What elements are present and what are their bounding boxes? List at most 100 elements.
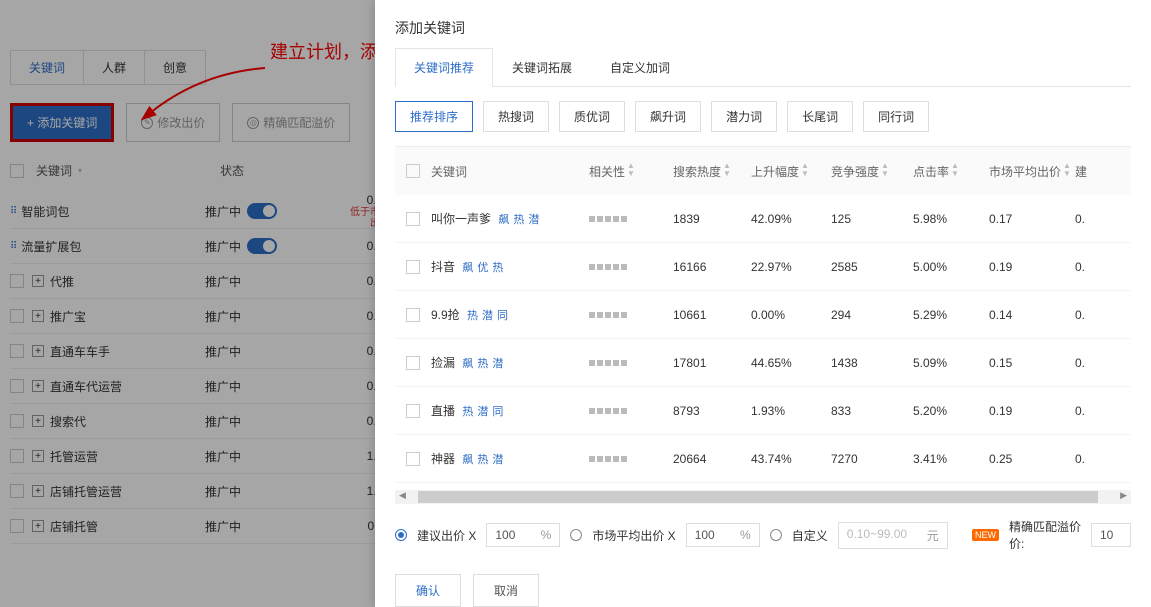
cell-heat: 17801 xyxy=(673,356,751,370)
cell-heat: 20664 xyxy=(673,452,751,466)
cell-up: 0.00% xyxy=(751,308,831,322)
cell-last: 0. xyxy=(1075,452,1105,466)
filter-row: 推荐排序 热搜词 质优词 飙升词 潜力词 长尾词 同行词 xyxy=(395,101,1131,132)
cell-comp: 1438 xyxy=(831,356,913,370)
th-last: 建 xyxy=(1075,163,1105,180)
keyword-tag: 热 xyxy=(467,310,478,322)
sort-icon: ▲▼ xyxy=(951,162,959,178)
cell-heat: 1839 xyxy=(673,212,751,226)
precise-label: 精确匹配溢价价: xyxy=(1009,518,1081,552)
filter-quality[interactable]: 质优词 xyxy=(559,101,625,132)
relevance-bars xyxy=(589,264,673,270)
cell-last: 0. xyxy=(1075,308,1105,322)
radio-suggested[interactable] xyxy=(395,529,407,541)
cell-up: 43.74% xyxy=(751,452,831,466)
cell-ctr: 3.41% xyxy=(913,452,989,466)
cell-comp: 125 xyxy=(831,212,913,226)
keyword-name: 直播 xyxy=(431,404,455,418)
cell-price: 0.17 xyxy=(989,212,1075,226)
filter-potential[interactable]: 潜力词 xyxy=(711,101,777,132)
keyword-name: 抖音 xyxy=(431,260,455,274)
modal-actions: 确认 取消 xyxy=(395,574,1131,607)
cell-ctr: 5.29% xyxy=(913,308,989,322)
keyword-tag: 同 xyxy=(497,310,508,322)
row-checkbox[interactable] xyxy=(406,356,420,370)
bid-options-bar: 建议出价 X 100% 市场平均出价 X 100% 自定义 0.10~99.00… xyxy=(395,518,1131,552)
th-price[interactable]: 市场平均出价▲▼ xyxy=(989,162,1075,180)
cell-heat: 10661 xyxy=(673,308,751,322)
cell-price: 0.14 xyxy=(989,308,1075,322)
filter-peer[interactable]: 同行词 xyxy=(863,101,929,132)
th-comp[interactable]: 竞争强度▲▼ xyxy=(831,162,913,180)
tab-expand[interactable]: 关键词拓展 xyxy=(493,48,591,86)
input-custom[interactable]: 0.10~99.00元 xyxy=(838,522,948,549)
filter-recommend[interactable]: 推荐排序 xyxy=(395,101,473,132)
modal-tabs: 关键词推荐 关键词拓展 自定义加词 xyxy=(395,48,1131,87)
input-market[interactable]: 100% xyxy=(686,523,760,547)
keyword-name: 叫你一声爹 xyxy=(431,212,491,226)
th-heat[interactable]: 搜索热度▲▼ xyxy=(673,162,751,180)
keyword-row: 神器 飙热潜2066443.74%72703.41%0.250. xyxy=(395,435,1131,483)
row-checkbox[interactable] xyxy=(406,308,420,322)
cell-heat: 16166 xyxy=(673,260,751,274)
keyword-tag: 同 xyxy=(492,406,503,418)
sort-icon: ▲▼ xyxy=(881,162,889,178)
cell-ctr: 5.98% xyxy=(913,212,989,226)
keyword-tag: 飙 xyxy=(462,262,473,274)
scrollbar-thumb[interactable] xyxy=(418,491,1098,503)
keyword-tag: 优 xyxy=(477,262,488,274)
cell-up: 44.65% xyxy=(751,356,831,370)
relevance-bars xyxy=(589,408,673,414)
keyword-row: 抖音 飙优热1616622.97%25855.00%0.190. xyxy=(395,243,1131,291)
cell-last: 0. xyxy=(1075,404,1105,418)
filter-hot[interactable]: 热搜词 xyxy=(483,101,549,132)
row-checkbox[interactable] xyxy=(406,212,420,226)
tab-custom[interactable]: 自定义加词 xyxy=(591,48,689,86)
tab-recommend[interactable]: 关键词推荐 xyxy=(395,48,493,87)
keyword-tag: 飙 xyxy=(462,358,473,370)
horizontal-scrollbar[interactable] xyxy=(395,490,1131,504)
cell-price: 0.15 xyxy=(989,356,1075,370)
sort-icon: ▲▼ xyxy=(1063,162,1071,178)
th-relevance[interactable]: 相关性▲▼ xyxy=(589,162,673,180)
cell-price: 0.19 xyxy=(989,404,1075,418)
cell-comp: 833 xyxy=(831,404,913,418)
keyword-tag: 飙 xyxy=(498,214,509,226)
cell-ctr: 5.00% xyxy=(913,260,989,274)
keyword-tag: 潜 xyxy=(492,454,503,466)
row-checkbox[interactable] xyxy=(406,260,420,274)
relevance-bars xyxy=(589,456,673,462)
keyword-tag: 热 xyxy=(477,358,488,370)
cell-comp: 294 xyxy=(831,308,913,322)
cell-heat: 8793 xyxy=(673,404,751,418)
cell-price: 0.25 xyxy=(989,452,1075,466)
keyword-name: 神器 xyxy=(431,452,455,466)
keyword-tag: 热 xyxy=(492,262,503,274)
row-checkbox[interactable] xyxy=(406,404,420,418)
modal-title: 添加关键词 xyxy=(375,0,1151,48)
th-up[interactable]: 上升幅度▲▼ xyxy=(751,162,831,180)
cell-price: 0.19 xyxy=(989,260,1075,274)
radio-market[interactable] xyxy=(570,529,582,541)
filter-rising[interactable]: 飙升词 xyxy=(635,101,701,132)
radio-custom[interactable] xyxy=(770,529,782,541)
label-custom: 自定义 xyxy=(792,527,828,544)
input-suggested[interactable]: 100% xyxy=(486,523,560,547)
cell-comp: 2585 xyxy=(831,260,913,274)
new-badge: NEW xyxy=(972,529,999,541)
keyword-table: 关键词 相关性▲▼ 搜索热度▲▼ 上升幅度▲▼ 竞争强度▲▼ 点击率▲▼ 市场平… xyxy=(395,146,1131,486)
cell-ctr: 5.09% xyxy=(913,356,989,370)
cell-up: 42.09% xyxy=(751,212,831,226)
filter-longtail[interactable]: 长尾词 xyxy=(787,101,853,132)
input-precise[interactable]: 10 xyxy=(1091,523,1131,547)
th-ctr[interactable]: 点击率▲▼ xyxy=(913,162,989,180)
confirm-button[interactable]: 确认 xyxy=(395,574,461,607)
cell-last: 0. xyxy=(1075,260,1105,274)
select-all-checkbox[interactable] xyxy=(406,164,420,178)
row-checkbox[interactable] xyxy=(406,452,420,466)
keyword-row: 9.9抢 热潜同106610.00%2945.29%0.140. xyxy=(395,291,1131,339)
cancel-button[interactable]: 取消 xyxy=(473,574,539,607)
relevance-bars xyxy=(589,312,673,318)
add-keyword-modal: 添加关键词 关键词推荐 关键词拓展 自定义加词 推荐排序 热搜词 质优词 飙升词… xyxy=(375,0,1151,607)
label-suggested: 建议出价 X xyxy=(417,527,476,544)
